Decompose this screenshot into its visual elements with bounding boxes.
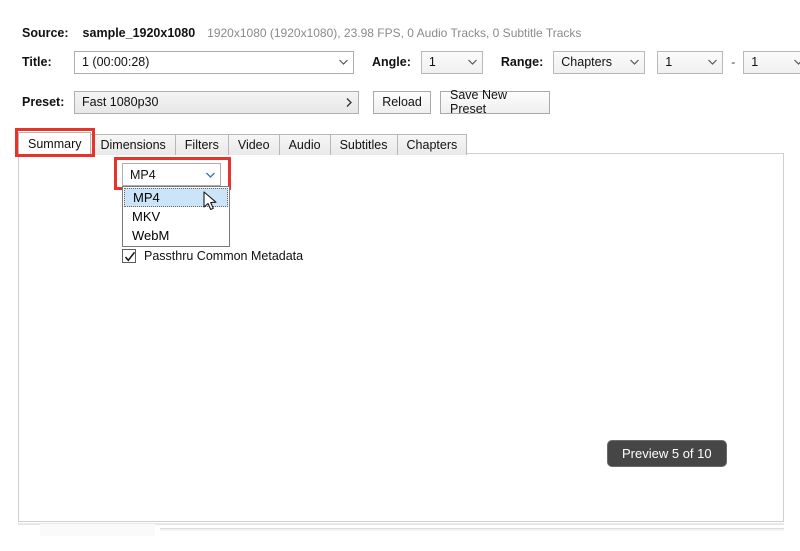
tab-filters[interactable]: Filters — [175, 134, 229, 155]
chevron-down-icon — [201, 164, 220, 185]
tab-summary[interactable]: Summary — [18, 132, 91, 155]
window-bottom-strip — [160, 528, 784, 531]
chevron-right-icon — [339, 92, 358, 113]
save-new-preset-button[interactable]: Save New Preset — [440, 91, 550, 114]
tab-video[interactable]: Video — [228, 134, 280, 155]
format-option-mkv[interactable]: MKV — [124, 207, 228, 226]
tab-dimensions[interactable]: Dimensions — [90, 134, 175, 155]
source-metadata: 1920x1080 (1920x1080), 23.98 FPS, 0 Audi… — [207, 26, 581, 40]
format-option-webm[interactable]: WebM — [124, 226, 228, 245]
range-label: Range: — [501, 55, 543, 69]
angle-combobox[interactable]: 1 — [421, 51, 483, 74]
format-combobox-value: MP4 — [130, 168, 156, 182]
preset-row: Preset: Fast 1080p30 Reload Save New Pre… — [22, 90, 550, 114]
handbrake-window: Source: sample_1920x1080 1920x1080 (1920… — [0, 0, 800, 551]
chevron-down-icon — [463, 52, 482, 73]
preset-label: Preset: — [22, 95, 74, 109]
preview-counter-badge: Preview 5 of 10 — [607, 440, 727, 467]
chevron-down-icon — [334, 52, 353, 73]
tab-chapters[interactable]: Chapters — [397, 134, 468, 155]
chevron-down-icon — [625, 52, 644, 73]
angle-label: Angle: — [372, 55, 411, 69]
source-label: Source: — [22, 26, 69, 40]
range-end-value: 1 — [751, 55, 758, 69]
passthru-checkbox[interactable] — [122, 249, 136, 263]
format-dropdown-list[interactable]: MP4 MKV WebM — [122, 186, 230, 247]
format-option-mp4[interactable]: MP4 — [124, 188, 228, 207]
title-label: Title: — [22, 55, 74, 69]
angle-combobox-value: 1 — [429, 55, 436, 69]
passthru-metadata-row[interactable]: Passthru Common Metadata — [122, 249, 303, 263]
preset-value: Fast 1080p30 — [82, 95, 158, 109]
passthru-checkbox-label: Passthru Common Metadata — [144, 249, 303, 263]
chevron-down-icon — [703, 52, 722, 73]
tab-bar: Summary Dimensions Filters Video Audio S… — [18, 132, 466, 155]
title-row: Title: 1 (00:00:28) Angle: 1 Range: Chap… — [22, 50, 800, 74]
range-type-value: Chapters — [561, 55, 612, 69]
chevron-down-icon — [789, 52, 800, 73]
range-start-value: 1 — [665, 55, 672, 69]
source-row: Source: sample_1920x1080 1920x1080 (1920… — [22, 24, 581, 42]
tab-subtitles[interactable]: Subtitles — [330, 134, 398, 155]
range-separator: - — [731, 55, 735, 69]
reload-button[interactable]: Reload — [373, 91, 431, 114]
title-combobox[interactable]: 1 (00:00:28) — [74, 51, 354, 74]
source-filename: sample_1920x1080 — [83, 26, 196, 40]
window-bottom-nub — [40, 524, 155, 536]
title-combobox-value: 1 (00:00:28) — [82, 55, 149, 69]
tab-audio[interactable]: Audio — [279, 134, 331, 155]
range-start-combobox[interactable]: 1 — [657, 51, 723, 74]
preset-dropdown-button[interactable]: Fast 1080p30 — [74, 91, 359, 114]
range-type-combobox[interactable]: Chapters — [553, 51, 645, 74]
range-end-combobox[interactable]: 1 — [743, 51, 800, 74]
format-combobox[interactable]: MP4 — [122, 163, 221, 186]
